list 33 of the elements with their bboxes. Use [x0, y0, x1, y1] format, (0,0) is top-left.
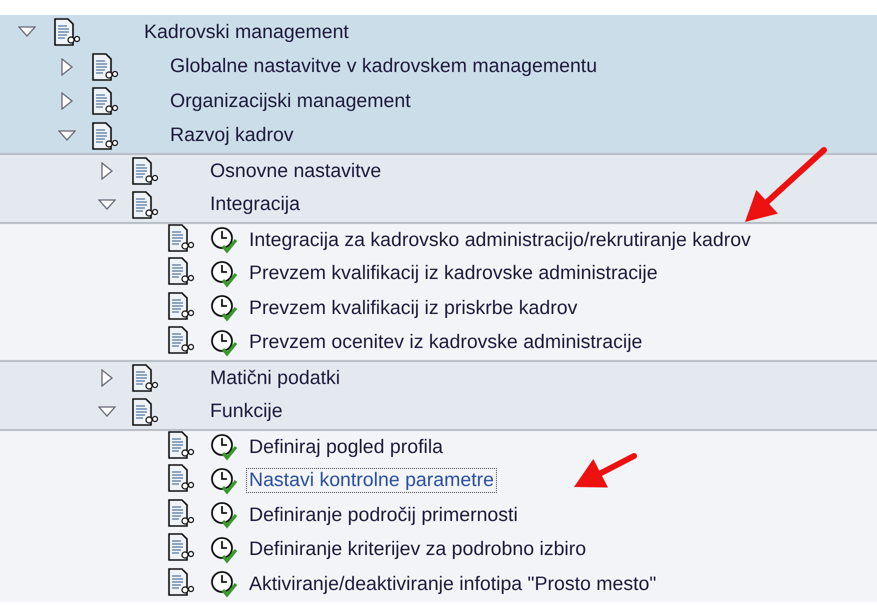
annotation-arrow	[574, 453, 637, 488]
clock-check-icon	[210, 226, 238, 254]
menu-item-link[interactable]: Definiraj pogled profila	[246, 434, 446, 460]
collapse-triangle-icon[interactable]	[98, 198, 116, 211]
tree-node-label[interactable]: Razvoj kadrov	[170, 124, 294, 148]
tree-node-label[interactable]: Integracija	[210, 193, 300, 216]
document-glasses-icon	[92, 52, 118, 81]
document-glasses-icon	[92, 122, 118, 150]
tree-node-label[interactable]: Matični podatki	[210, 366, 340, 390]
document-glasses-icon	[132, 190, 158, 219]
expand-triangle-icon[interactable]	[61, 92, 73, 110]
collapse-triangle-icon[interactable]	[18, 26, 36, 38]
document-glasses-icon	[92, 87, 118, 116]
tree-node-label[interactable]: Organizacijski management	[170, 90, 411, 113]
collapse-triangle-icon[interactable]	[98, 406, 116, 418]
clock-check-icon	[210, 294, 238, 322]
expand-triangle-icon[interactable]	[101, 369, 113, 388]
tree-node-label[interactable]: Osnovne nastavitve	[210, 160, 382, 183]
clock-check-icon	[210, 536, 238, 564]
document-glasses-icon	[132, 398, 158, 426]
clock-check-icon	[210, 260, 238, 288]
expand-triangle-icon[interactable]	[61, 58, 73, 76]
menu-item-link[interactable]: Nastavi kontrolne parametre	[246, 468, 497, 494]
clock-check-icon	[210, 433, 238, 462]
expand-triangle-icon[interactable]	[101, 162, 113, 180]
tree-node-label[interactable]: Funkcije	[210, 400, 283, 424]
clock-check-icon	[210, 466, 238, 495]
clock-check-icon	[210, 328, 238, 357]
tree-node-label[interactable]: Kadrovski management	[144, 20, 349, 44]
collapse-triangle-icon[interactable]	[58, 130, 76, 142]
document-glasses-icon	[54, 18, 80, 46]
clock-check-icon	[210, 501, 238, 530]
clock-check-icon	[210, 570, 238, 598]
